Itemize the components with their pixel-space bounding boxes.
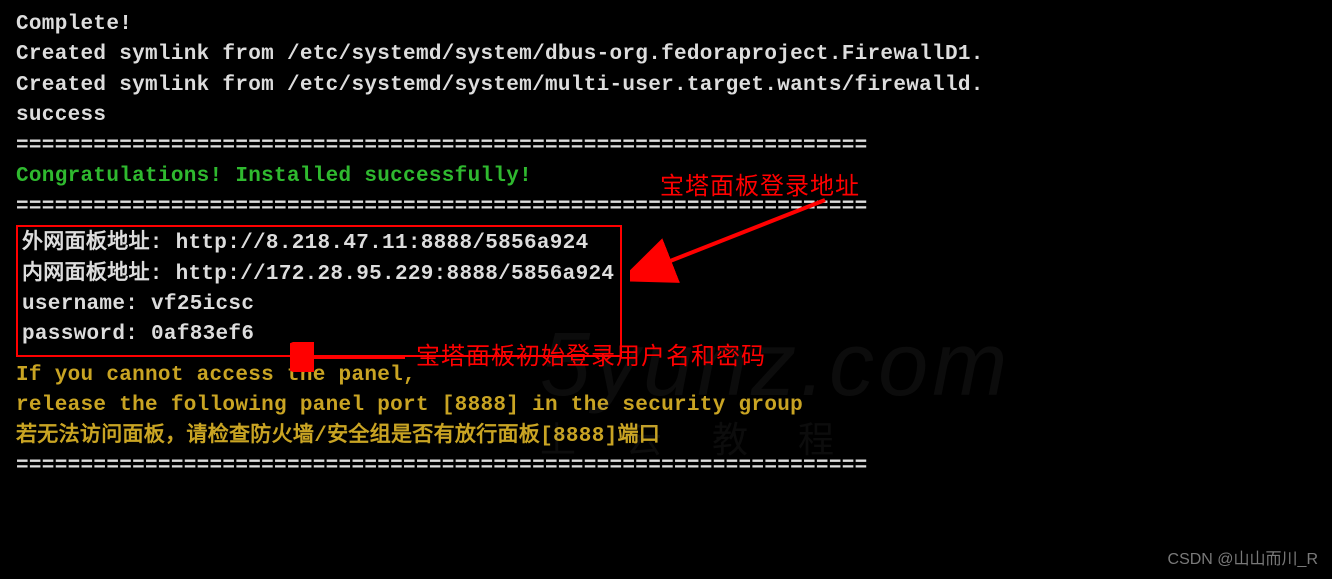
arrow-icon [290, 342, 410, 372]
warning-line: 若无法访问面板，请检查防火墙/安全组是否有放行面板[8888]端口 [16, 422, 1316, 452]
annotation-text: 宝塔面板初始登录用户名和密码 [416, 340, 766, 375]
panel-username: username: vf25icsc [22, 290, 614, 320]
csdn-watermark: CSDN @山山而川_R [1168, 548, 1318, 571]
warning-line: release the following panel port [8888] … [16, 391, 1316, 421]
separator-line: ========================================… [16, 132, 1316, 162]
annotation-credentials: 宝塔面板初始登录用户名和密码 [290, 340, 766, 375]
separator-line: ========================================… [16, 452, 1316, 482]
arrow-icon [630, 195, 850, 285]
internal-panel-address: 内网面板地址: http://172.28.95.229:8888/5856a9… [22, 260, 614, 290]
terminal-line: Created symlink from /etc/systemd/system… [16, 71, 1316, 101]
terminal-line: Complete! [16, 10, 1316, 40]
credentials-box: 外网面板地址: http://8.218.47.11:8888/5856a924… [16, 225, 622, 357]
external-panel-address: 外网面板地址: http://8.218.47.11:8888/5856a924 [22, 229, 614, 259]
terminal-line: success [16, 101, 1316, 131]
terminal-line: Created symlink from /etc/systemd/system… [16, 40, 1316, 70]
